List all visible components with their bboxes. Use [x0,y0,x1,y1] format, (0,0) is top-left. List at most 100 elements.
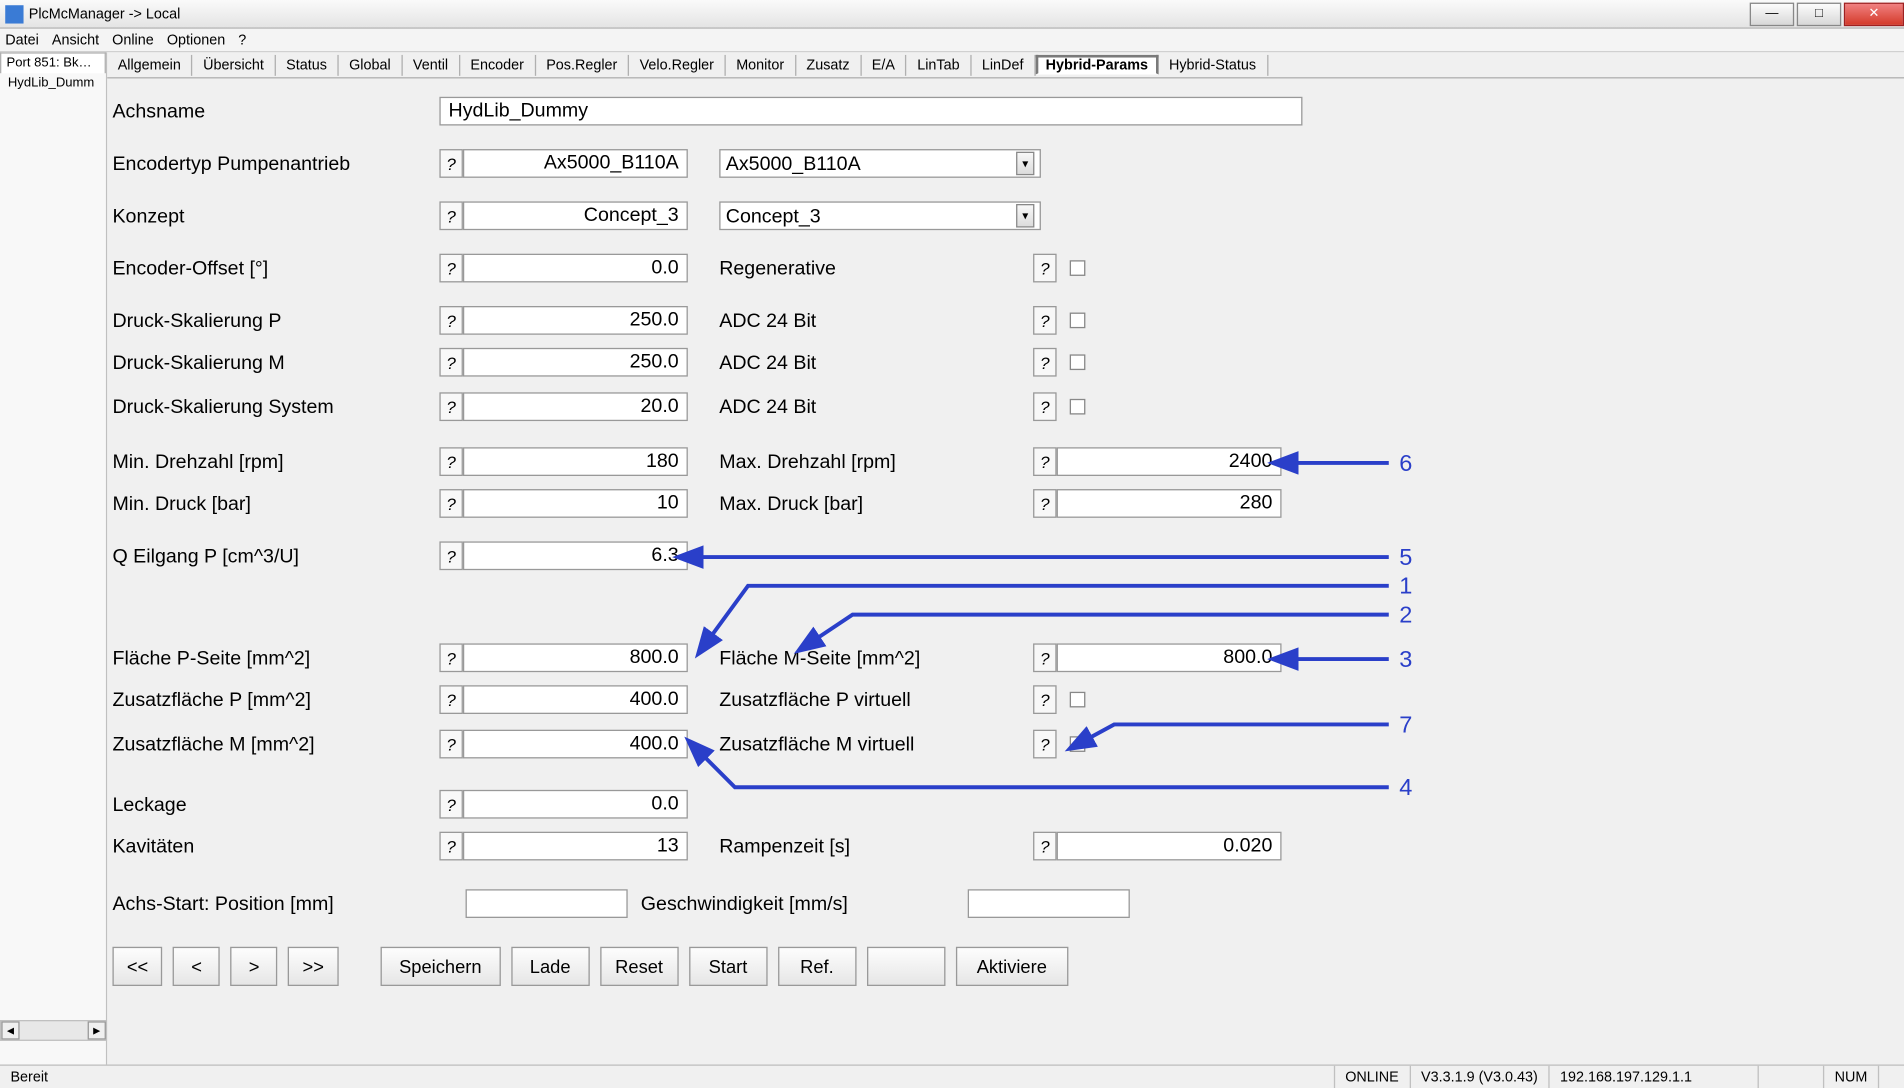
start-button[interactable]: Start [689,947,767,986]
input-min-druck[interactable]: 10 [463,489,688,518]
label-rampenzeit: Rampenzeit [s] [719,835,1033,857]
tab-lindef[interactable]: LinDef [971,54,1035,75]
status-ip: 192.168.197.129.1.1 [1548,1066,1757,1088]
checkbox-regenerative[interactable] [1070,260,1086,276]
scroll-right-icon[interactable]: ► [88,1021,106,1039]
minimize-button[interactable]: — [1750,2,1794,26]
help-flaeche-m[interactable]: ? [1033,643,1057,672]
prev-button[interactable]: < [173,947,220,986]
sidebar-scrollbar[interactable]: ◄ ► [0,1020,107,1041]
menu-ansicht[interactable]: Ansicht [52,32,99,48]
tab-monitor[interactable]: Monitor [726,54,796,75]
checkbox-adc-3[interactable] [1070,399,1086,415]
last-button[interactable]: >> [288,947,338,986]
help-q-eilgang[interactable]: ? [439,541,463,570]
maximize-button[interactable]: □ [1797,2,1841,26]
label-encoder-offset: Encoder-Offset [°] [112,257,439,279]
sidebar-port-tab[interactable]: Port 851: BkPlcMc [0,52,106,73]
menu-optionen[interactable]: Optionen [167,32,225,48]
input-rampenzeit[interactable]: 0.020 [1057,832,1282,861]
help-druck-system[interactable]: ? [439,392,463,421]
scroll-left-icon[interactable]: ◄ [1,1021,19,1039]
help-rampenzeit[interactable]: ? [1033,832,1057,861]
input-achs-start-position[interactable] [466,889,628,918]
help-regenerative[interactable]: ? [1033,254,1057,283]
select-konzept[interactable]: Concept_3 ▾ [719,201,1041,230]
input-achsname[interactable]: HydLib_Dummy [439,97,1302,126]
status-ready: Bereit [0,1069,59,1085]
help-druck-m[interactable]: ? [439,348,463,377]
tab-zusatz[interactable]: Zusatz [796,54,861,75]
lade-button[interactable]: Lade [511,947,589,986]
ref-button[interactable]: Ref. [778,947,856,986]
menu-datei[interactable]: Datei [5,32,39,48]
select-encodertyp[interactable]: Ax5000_B110A ▾ [719,149,1041,178]
input-flaeche-p[interactable]: 800.0 [463,643,688,672]
speichern-button[interactable]: Speichern [380,947,500,986]
help-encodertyp[interactable]: ? [439,149,463,178]
tab-posregler[interactable]: Pos.Regler [536,54,629,75]
help-zusatz-m[interactable]: ? [439,730,463,759]
tab-hybrid-params[interactable]: Hybrid-Params [1035,55,1158,75]
menu-help[interactable]: ? [238,32,246,48]
help-max-druck[interactable]: ? [1033,489,1057,518]
reset-button[interactable]: Reset [600,947,678,986]
help-min-druck[interactable]: ? [439,489,463,518]
close-button[interactable]: ✕ [1844,2,1904,26]
help-zusatz-m-virtuell[interactable]: ? [1033,730,1057,759]
help-kavitaeten[interactable]: ? [439,832,463,861]
help-adc-3[interactable]: ? [1033,392,1057,421]
help-druck-p[interactable]: ? [439,306,463,335]
help-min-drehzahl[interactable]: ? [439,447,463,476]
input-max-druck[interactable]: 280 [1057,489,1282,518]
help-konzept[interactable]: ? [439,201,463,230]
input-min-drehzahl[interactable]: 180 [463,447,688,476]
input-zusatz-p[interactable]: 400.0 [463,685,688,714]
tab-encoder[interactable]: Encoder [460,54,536,75]
menubar: Datei Ansicht Online Optionen ? [0,29,1904,53]
next-button[interactable]: > [231,947,278,986]
input-q-eilgang[interactable]: 6.3 [463,541,688,570]
first-button[interactable]: << [112,947,162,986]
aktiviere-button[interactable]: Aktiviere [956,947,1068,986]
input-zusatz-m[interactable]: 400.0 [463,730,688,759]
help-zusatz-p-virtuell[interactable]: ? [1033,685,1057,714]
input-druck-system[interactable]: 20.0 [463,392,688,421]
input-druck-m[interactable]: 250.0 [463,348,688,377]
input-druck-p[interactable]: 250.0 [463,306,688,335]
tab-uebersicht[interactable]: Übersicht [193,54,276,75]
input-kavitaeten[interactable]: 13 [463,832,688,861]
help-leckage[interactable]: ? [439,790,463,819]
status-online: ONLINE [1333,1066,1409,1088]
sidebar-axis-item[interactable]: HydLib_Dumm [0,73,106,93]
input-leckage[interactable]: 0.0 [463,790,688,819]
help-max-drehzahl[interactable]: ? [1033,447,1057,476]
input-geschwindigkeit[interactable] [968,889,1130,918]
tab-veloregler[interactable]: Velo.Regler [629,54,726,75]
sidebar: Port 851: BkPlcMc HydLib_Dumm [0,52,107,1064]
input-konzept[interactable]: Concept_3 [463,201,688,230]
checkbox-adc-1[interactable] [1070,313,1086,329]
input-encodertyp[interactable]: Ax5000_B110A [463,149,688,178]
blank-button[interactable] [867,947,945,986]
input-flaeche-m[interactable]: 800.0 [1057,643,1282,672]
tab-hybrid-status[interactable]: Hybrid-Status [1158,54,1267,75]
checkbox-adc-2[interactable] [1070,354,1086,370]
tab-status[interactable]: Status [276,54,339,75]
annotation-4: 4 [1399,774,1412,801]
help-adc-1[interactable]: ? [1033,306,1057,335]
menu-online[interactable]: Online [112,32,154,48]
checkbox-zusatz-p-virtuell[interactable] [1070,692,1086,708]
input-max-drehzahl[interactable]: 2400 [1057,447,1282,476]
checkbox-zusatz-m-virtuell[interactable]: ✓ [1070,736,1086,752]
tab-ventil[interactable]: Ventil [402,54,459,75]
help-encoder-offset[interactable]: ? [439,254,463,283]
help-flaeche-p[interactable]: ? [439,643,463,672]
help-adc-2[interactable]: ? [1033,348,1057,377]
tab-ea[interactable]: E/A [861,54,906,75]
tab-lintab[interactable]: LinTab [907,54,972,75]
tab-global[interactable]: Global [339,54,403,75]
help-zusatz-p[interactable]: ? [439,685,463,714]
input-encoder-offset[interactable]: 0.0 [463,254,688,283]
tab-allgemein[interactable]: Allgemein [107,54,192,75]
